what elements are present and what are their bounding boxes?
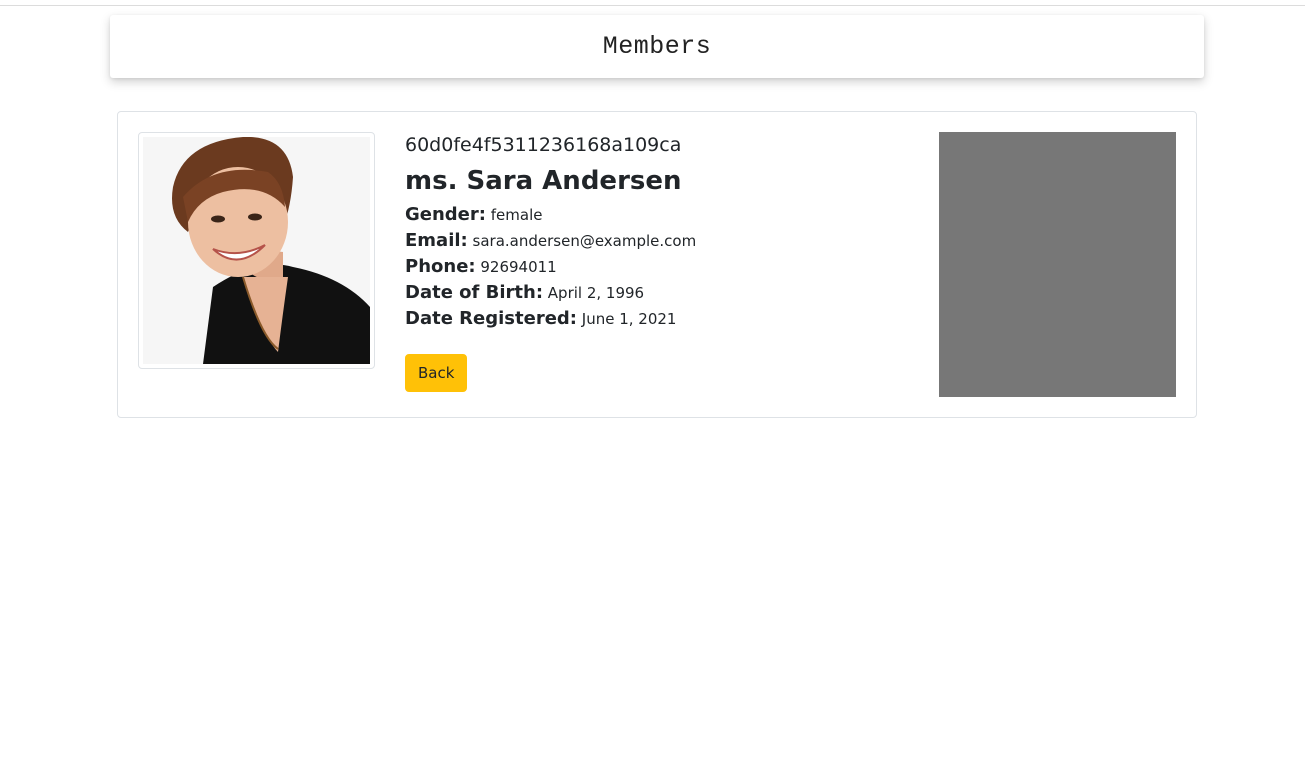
map-placeholder xyxy=(939,132,1176,397)
member-info: 60d0fe4f5311236168a109ca ms. Sara Anders… xyxy=(405,132,925,392)
gender-label: Gender: xyxy=(405,204,486,225)
member-name: ms. Sara Andersen xyxy=(405,166,682,196)
phone-value: 92694011 xyxy=(480,258,557,276)
phone-row: Phone: 92694011 xyxy=(405,254,925,280)
member-portrait-image xyxy=(143,137,370,364)
top-divider xyxy=(0,5,1305,6)
page-header: Members xyxy=(110,15,1204,78)
back-button[interactable]: Back xyxy=(405,354,468,392)
member-photo-frame xyxy=(138,132,375,369)
phone-label: Phone: xyxy=(405,256,476,277)
member-photo xyxy=(143,137,370,364)
registered-label: Date Registered: xyxy=(405,308,577,329)
gender-row: Gender: female xyxy=(405,202,925,228)
email-label: Email: xyxy=(405,230,468,251)
dob-row: Date of Birth: April 2, 1996 xyxy=(405,280,925,306)
email-row: Email: sara.andersen@example.com xyxy=(405,228,925,254)
member-details: Gender: female Email: sara.andersen@exam… xyxy=(405,202,925,332)
registered-value: June 1, 2021 xyxy=(581,310,677,328)
member-card: 60d0fe4f5311236168a109ca ms. Sara Anders… xyxy=(117,111,1197,418)
dob-label: Date of Birth: xyxy=(405,282,544,303)
email-value: sara.andersen@example.com xyxy=(472,232,697,250)
page-title: Members xyxy=(602,32,712,61)
gender-value: female xyxy=(490,206,543,224)
dob-value: April 2, 1996 xyxy=(547,284,645,302)
registered-row: Date Registered: June 1, 2021 xyxy=(405,306,925,332)
member-id: 60d0fe4f5311236168a109ca xyxy=(405,134,682,156)
